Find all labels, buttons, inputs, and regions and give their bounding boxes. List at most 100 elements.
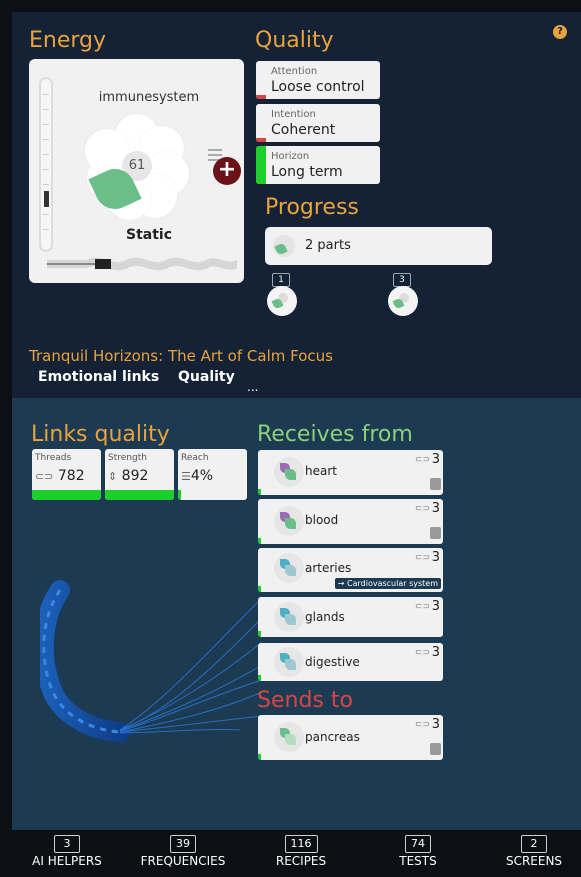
link-name: digestive — [305, 655, 360, 669]
reach-icon: ☰ — [181, 470, 191, 483]
energy-name: immunesystem — [98, 90, 200, 105]
link-icon: ⊂⊃ — [414, 553, 430, 563]
link-accent — [258, 538, 261, 544]
links-quality-title: Links quality — [31, 422, 170, 447]
step-number: 3 — [393, 273, 411, 287]
nav-label: AI HELPERS — [32, 854, 102, 868]
link-accent — [258, 675, 261, 681]
link-name: glands — [305, 610, 345, 624]
leaf-icon — [267, 286, 297, 316]
link-accent — [258, 489, 261, 495]
strength-level-bar — [105, 490, 174, 500]
threads-card[interactable]: Threads ⊂⊃ 782 — [32, 449, 101, 500]
quality-accent — [256, 95, 266, 99]
link-name: pancreas — [305, 730, 360, 744]
threads-level-bar — [32, 490, 101, 500]
link-card-arteries[interactable]: arteries ⊂⊃ 3 → Cardiovascular system — [258, 548, 443, 592]
flower-icon: 61 — [85, 114, 189, 220]
nav-recipes[interactable]: 116 RECIPES — [246, 830, 356, 868]
project-title: Tranquil Horizons: The Art of Calm Focus — [29, 347, 333, 365]
nav-tests[interactable]: 74 TESTS — [363, 830, 473, 868]
organ-icon — [274, 647, 304, 677]
organ-icon — [274, 553, 304, 583]
link-card-blood[interactable]: blood ⊂⊃ 3 — [258, 499, 443, 544]
energy-title: Energy — [29, 28, 107, 53]
link-count: 3 — [431, 452, 440, 467]
quality-label: Intention — [271, 109, 316, 120]
nav-label: FREQUENCIES — [140, 854, 226, 868]
reach-card[interactable]: Reach ☰4% — [178, 449, 247, 500]
energy-card[interactable]: immunesystem 61 + Static — [29, 59, 244, 283]
more-icon[interactable]: ... — [247, 380, 258, 394]
link-icon: ⊂⊃ — [414, 648, 430, 658]
quality-title: Quality — [255, 28, 334, 53]
quality-value: Long term — [271, 164, 343, 180]
link-card-glands[interactable]: glands ⊂⊃ 3 — [258, 597, 443, 637]
add-button[interactable]: + — [213, 157, 241, 185]
link-name: heart — [305, 464, 337, 478]
progress-title: Progress — [265, 195, 359, 220]
link-accent — [258, 631, 261, 637]
link-icon: ⊂⊃ — [414, 455, 430, 465]
threads-value-wrap: ⊂⊃ 782 — [35, 468, 85, 484]
app: ? Energy immunesystem 61 + Static Qualit… — [0, 0, 581, 877]
leaf-icon — [388, 286, 418, 316]
progress-box[interactable]: 2 parts — [265, 227, 492, 265]
strength-card[interactable]: Strength ⇕ 892 — [105, 449, 174, 500]
nav-count: 39 — [170, 835, 196, 853]
strength-value: 892 — [121, 468, 149, 484]
progress-text: 2 parts — [305, 238, 351, 253]
link-card-pancreas[interactable]: pancreas ⊂⊃ 3 — [258, 715, 443, 760]
link-accent — [258, 586, 261, 592]
receives-from-title: Receives from — [257, 422, 413, 447]
help-icon[interactable]: ? — [553, 25, 567, 39]
nav-frequencies[interactable]: 39 FREQUENCIES — [128, 830, 238, 868]
reach-level-bar — [178, 490, 181, 500]
quality-accent — [256, 138, 266, 142]
strength-value-wrap: ⇕ 892 — [108, 468, 148, 484]
nav-label: TESTS — [399, 854, 437, 868]
energy-wave-slider[interactable] — [47, 254, 237, 274]
nav-ai-helpers[interactable]: 3 AI HELPERS — [12, 830, 122, 868]
leaf-icon — [273, 235, 295, 257]
quality-card-attention[interactable]: Attention Loose control — [256, 61, 380, 99]
threads-label: Threads — [35, 453, 72, 463]
link-name: blood — [305, 513, 339, 527]
energy-level-bar[interactable] — [39, 77, 53, 252]
link-card-heart[interactable]: heart ⊂⊃ 3 — [258, 450, 443, 495]
link-icon: ⊂⊃ — [414, 504, 430, 514]
energy-level-marker — [44, 191, 49, 207]
nav-count: 74 — [405, 835, 431, 853]
link-count: 3 — [431, 501, 440, 516]
link-card-digestive[interactable]: digestive ⊂⊃ 3 — [258, 643, 443, 681]
system-tag[interactable]: → Cardiovascular system — [334, 578, 441, 589]
quality-value: Loose control — [271, 79, 365, 95]
expand-toggle[interactable] — [430, 527, 441, 539]
nav-screens[interactable]: 2 SCREENS — [479, 830, 581, 868]
bottom-nav: 3 AI HELPERS 39 FREQUENCIES 116 RECIPES … — [12, 830, 581, 877]
organ-icon — [274, 602, 304, 632]
organ-icon — [274, 722, 304, 752]
nav-label: SCREENS — [505, 854, 563, 868]
updown-icon: ⇕ — [108, 470, 118, 483]
quality-card-horizon[interactable]: Horizon Long term — [256, 146, 380, 184]
tab-quality[interactable]: Quality — [178, 369, 235, 385]
link-icon: ⊂⊃ — [414, 720, 430, 730]
reach-value: 4% — [190, 468, 214, 484]
threads-value: 782 — [57, 468, 85, 484]
tab-emotional-links[interactable]: Emotional links — [38, 369, 159, 385]
strength-label: Strength — [108, 453, 147, 463]
link-accent — [258, 754, 261, 760]
link-count: 3 — [431, 717, 440, 732]
reach-value-wrap: ☰4% — [181, 468, 213, 484]
expand-toggle[interactable] — [430, 743, 441, 755]
expand-toggle[interactable] — [430, 478, 441, 490]
quality-card-intention[interactable]: Intention Coherent — [256, 104, 380, 142]
quality-accent — [256, 146, 266, 184]
link-icon: ⊂⊃ — [35, 470, 54, 483]
link-icon: ⊂⊃ — [414, 602, 430, 612]
link-count: 3 — [431, 645, 440, 660]
reach-label: Reach — [181, 453, 209, 463]
step-number: 1 — [272, 273, 290, 287]
nav-count: 3 — [54, 835, 80, 853]
